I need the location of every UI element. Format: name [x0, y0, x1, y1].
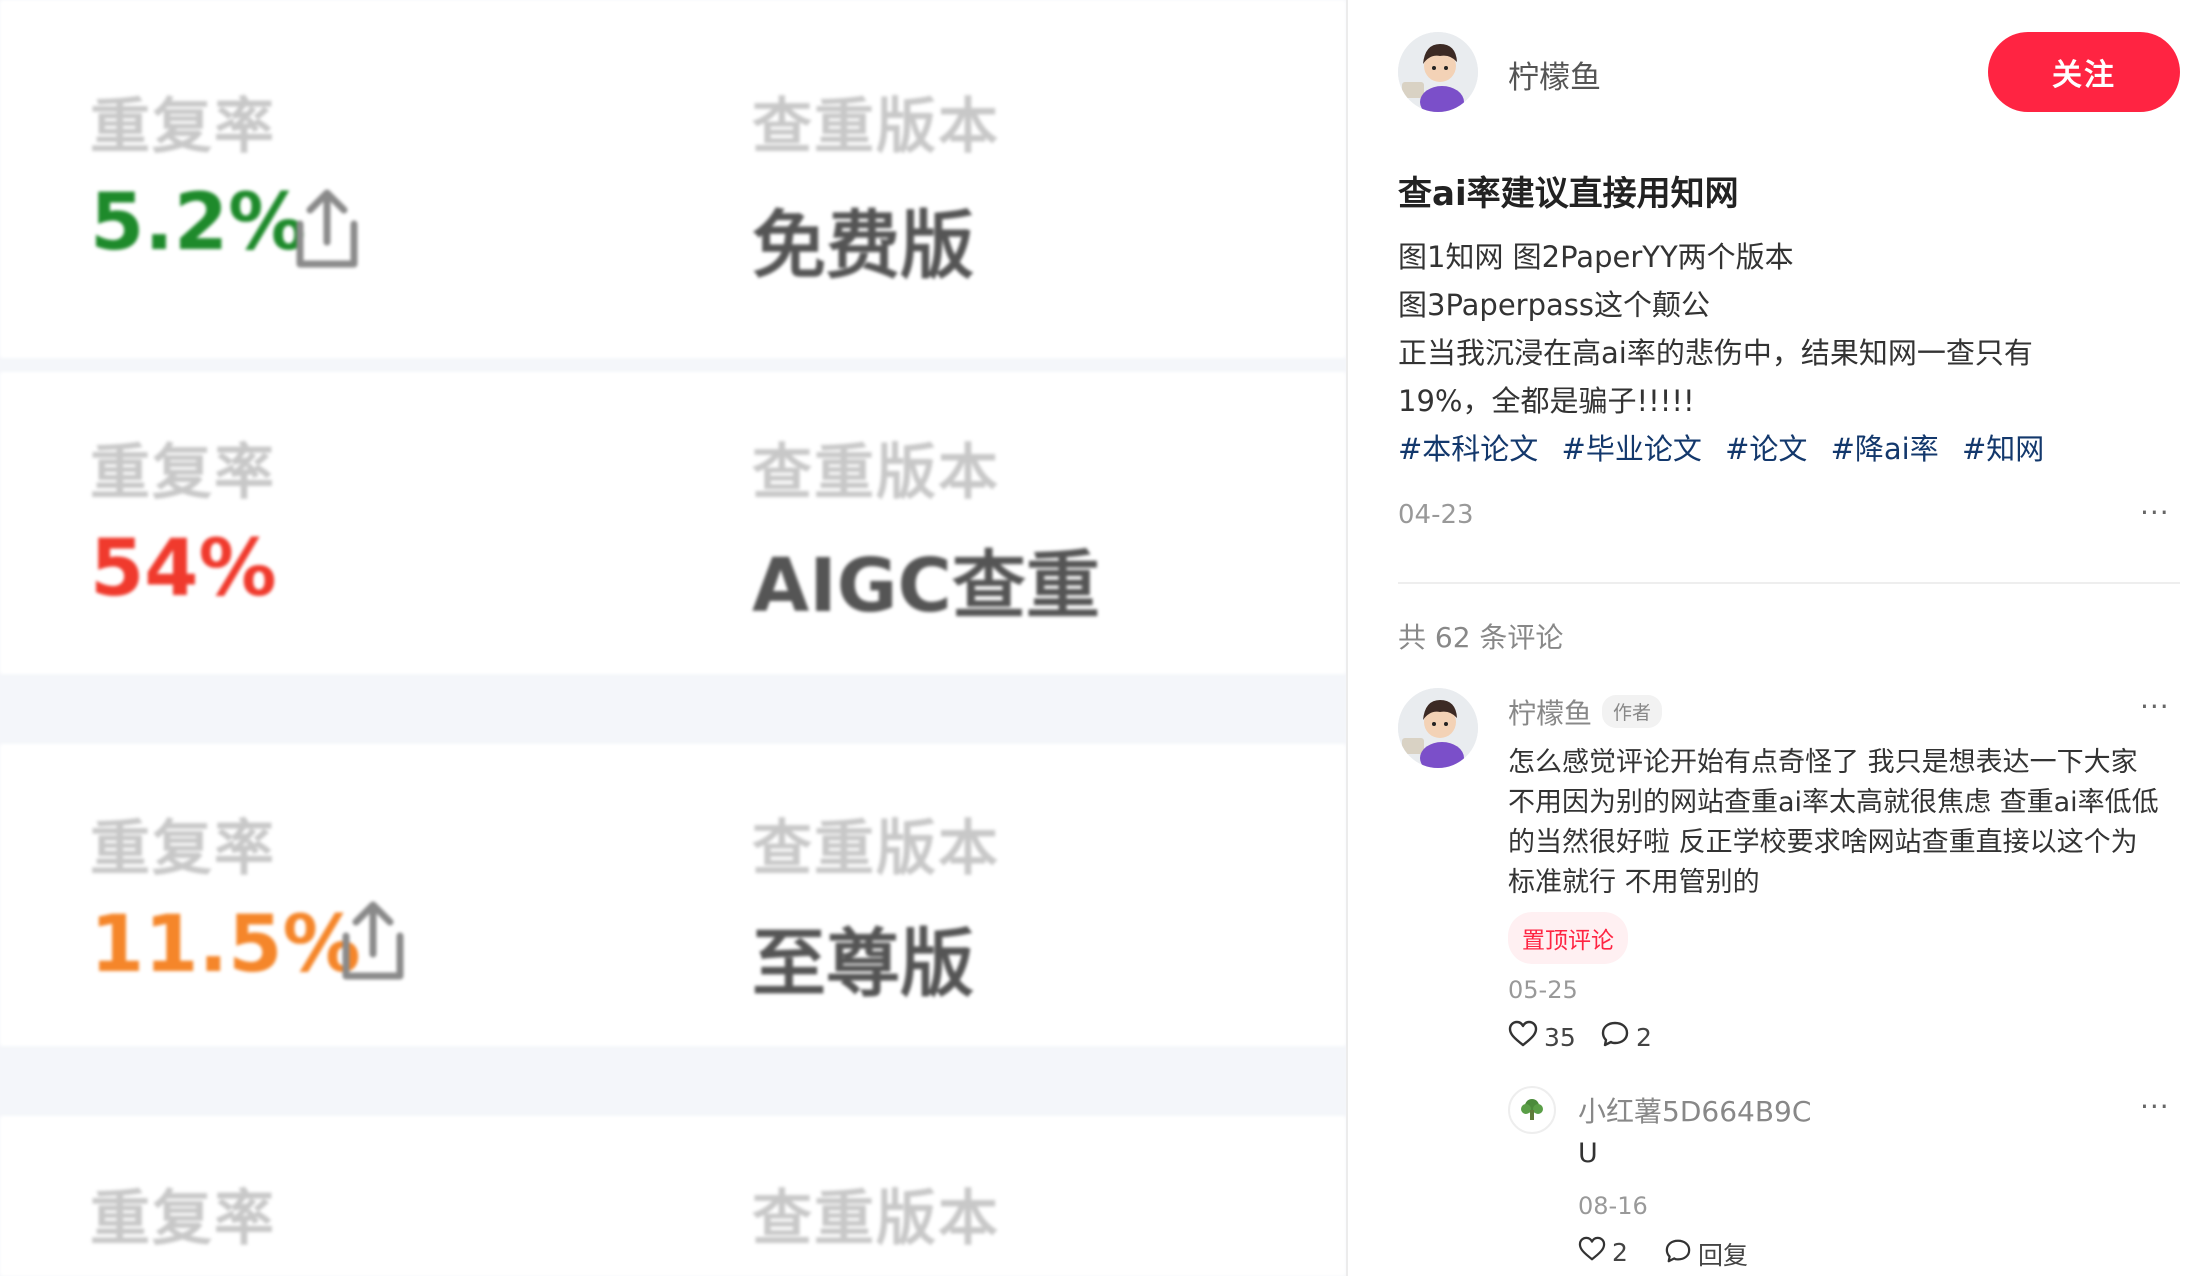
heart-icon	[1578, 1236, 1606, 1268]
share-icon	[336, 898, 410, 988]
version-label: 查重版本	[752, 1184, 1000, 1254]
rate-label: 重复率	[90, 1184, 276, 1254]
comment-text-line: 的当然很好啦 反正学校要求啥网站查重直接以这个为	[1508, 827, 2138, 858]
image-card: 重复率 查重版本 11.5% 至尊版	[0, 744, 1346, 1046]
version-value: 至尊版	[752, 921, 974, 1007]
comment-more-button[interactable]: ···	[2140, 690, 2170, 723]
author-avatar[interactable]	[1398, 32, 1478, 112]
reply-avatar[interactable]	[1508, 1086, 1556, 1134]
reply-label: 回复	[1698, 1241, 1749, 1270]
version-label: 查重版本	[752, 92, 1000, 162]
comment-reply-button[interactable]: 2	[1600, 1020, 1652, 1054]
image-card: 重复率 查重版本	[0, 1116, 1346, 1276]
reply-like-button[interactable]: 2	[1578, 1236, 1628, 1268]
reply-date: 08-16	[1578, 1192, 1648, 1220]
reply-reply-button[interactable]: 回复	[1664, 1236, 1748, 1272]
rate-label: 重复率	[90, 814, 276, 884]
note-desc-line: 19%，全都是骗子!!!!!	[1398, 384, 1695, 418]
version-value: 免费版	[752, 203, 974, 289]
tag-list: #本科论文 #毕业论文 #论文 #降ai率 #知网	[1398, 426, 2058, 468]
comment-icon	[1600, 1020, 1630, 1054]
comment-like-button[interactable]: 35	[1508, 1020, 1576, 1054]
tag-link[interactable]: #本科论文	[1398, 432, 1538, 466]
comment-text-line: 怎么感觉评论开始有点奇怪了 我只是想表达一下大家	[1508, 747, 2138, 778]
tag-link[interactable]: #论文	[1725, 432, 1807, 466]
note-more-button[interactable]: ···	[2140, 496, 2170, 529]
author-name[interactable]: 柠檬鱼	[1508, 52, 1601, 97]
tag-link[interactable]: #毕业论文	[1562, 432, 1702, 466]
heart-icon	[1508, 1020, 1538, 1054]
reply-text: U	[1578, 1138, 1598, 1169]
comment-text-line: 标准就行 不用管别的	[1508, 867, 1760, 898]
note-desc-line: 正当我沉浸在高ai率的悲伤中，结果知网一查只有	[1398, 336, 2033, 370]
note-desc-line: 图1知网 图2PaperYY两个版本	[1398, 240, 1794, 274]
rate-label: 重复率	[90, 438, 276, 508]
share-icon	[290, 186, 364, 276]
author-badge: 作者	[1602, 695, 1663, 728]
version-value: AIGC查重	[752, 543, 1100, 629]
rate-value: 11.5%	[90, 900, 361, 990]
rate-value: 54%	[90, 524, 277, 614]
note-panel: 柠檬鱼 关注 查ai率建议直接用知网 图1知网 图2PaperYY两个版本 图3…	[1346, 0, 2204, 1276]
reply-user-name[interactable]: 小红薯5D664B9C	[1578, 1090, 1811, 1130]
note-date: 04-23	[1398, 500, 1474, 530]
image-card: 重复率 查重版本 5.2% 免费版	[0, 0, 1346, 358]
reply-count: 2	[1636, 1022, 1652, 1052]
tag-link[interactable]: #知网	[1962, 432, 2044, 466]
comment-icon	[1664, 1238, 1692, 1270]
rate-label: 重复率	[90, 92, 276, 162]
commenter-avatar[interactable]	[1398, 688, 1478, 768]
comment-date: 05-25	[1508, 976, 1578, 1004]
follow-button[interactable]: 关注	[1988, 32, 2180, 112]
tag-link[interactable]: #降ai率	[1831, 432, 1939, 466]
divider	[1398, 582, 2180, 584]
pinned-badge: 置顶评论	[1508, 912, 1628, 964]
note-title: 查ai率建议直接用知网	[1398, 174, 1739, 214]
reply-more-button[interactable]: ···	[2140, 1090, 2170, 1123]
commenter-name-text[interactable]: 柠檬鱼	[1508, 697, 1592, 730]
version-label: 查重版本	[752, 438, 1000, 508]
comment-text-line: 不用因为别的网站查重ai率太高就很焦虑 查重ai率低低	[1508, 787, 2159, 818]
image-card: 重复率 查重版本 54% AIGC查重	[0, 372, 1346, 674]
version-label: 查重版本	[752, 814, 1000, 884]
like-count: 35	[1544, 1022, 1576, 1052]
post-image[interactable]: 重复率 查重版本 5.2% 免费版 重复率 查重版本 54% AIGC查重 重复…	[0, 0, 1346, 1276]
reply-like-count: 2	[1612, 1237, 1628, 1267]
commenter-name[interactable]: 柠檬鱼 作者	[1508, 692, 1663, 732]
note-desc-line: 图3Paperpass这个颠公	[1398, 288, 1710, 322]
rate-value: 5.2%	[90, 178, 307, 268]
comment-count: 共 62 条评论	[1398, 621, 1564, 654]
